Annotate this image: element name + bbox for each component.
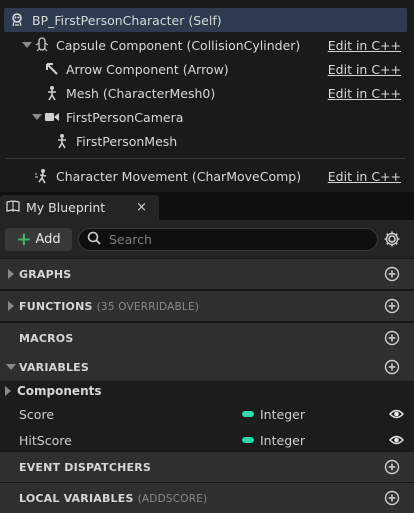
divider [6,158,406,159]
section-macros[interactable]: MACROS [0,323,414,353]
category-title: Components [17,384,102,398]
section-title: LOCAL VARIABLES (ADDSCORE) [19,492,207,505]
section-subtitle: (ADDSCORE) [137,492,208,505]
eye-icon[interactable] [389,408,404,420]
add-button-label: Add [35,232,61,247]
tree-item-first-person-mesh[interactable]: FirstPersonMesh [0,129,414,153]
section-local-variables[interactable]: LOCAL VARIABLES (ADDSCORE) [0,483,414,513]
variable-category-components[interactable]: Components [0,381,414,401]
add-event-dispatcher-icon[interactable] [384,459,400,475]
eye-icon[interactable] [389,434,404,446]
section-title-text: FUNCTIONS [19,299,93,313]
collapse-arrow-icon[interactable] [32,114,42,120]
section-title: GRAPHS [19,267,72,281]
section-functions[interactable]: FUNCTIONS (35 OVERRIDABLE) [0,291,414,321]
add-local-variable-icon[interactable] [384,490,400,506]
search-icon [87,231,101,248]
tree-root-label: BP_FirstPersonCharacter (Self) [32,12,222,28]
tree-item-arrow-component[interactable]: Arrow Component (Arrow) Edit in C++ [0,57,414,81]
section-graphs[interactable]: GRAPHS [0,259,414,289]
movement-icon [33,167,51,185]
plus-icon: + [16,228,32,250]
tree-root-item[interactable]: BP_FirstPersonCharacter (Self) [4,8,407,32]
section-title: FUNCTIONS (35 OVERRIDABLE) [19,300,199,313]
book-icon [6,200,20,215]
section-variables[interactable]: VARIABLES [0,353,414,381]
tree-item-character-movement[interactable]: Character Movement (CharMoveComp) Edit i… [0,164,414,188]
arrow-component-icon [43,60,61,78]
tree-item-mesh[interactable]: Mesh (CharacterMesh0) Edit in C++ [0,81,414,105]
edit-in-cpp-link[interactable]: Edit in C++ [328,169,401,184]
tree-item-label: Character Movement (CharMoveComp) [56,168,302,184]
pawn-icon [8,11,26,29]
tree-item-label: Arrow Component (Arrow) [66,61,229,77]
skeletal-mesh-icon [53,132,71,150]
add-button[interactable]: + Add [5,228,72,251]
add-macro-icon[interactable] [384,330,400,346]
tab-label: My Blueprint [26,200,106,215]
toolbar: + Add [0,220,414,258]
variable-name: HitScore [19,432,72,448]
tree-item-label: Capsule Component (CollisionCylinder) [56,37,301,53]
section-subtitle: (35 OVERRIDABLE) [96,300,200,313]
variable-row-hitscore[interactable]: HitScore Integer [0,427,414,453]
tree-item-label: Mesh (CharacterMesh0) [66,85,216,101]
edit-in-cpp-link[interactable]: Edit in C++ [328,86,401,101]
variable-row-score[interactable]: Score Integer [0,401,414,427]
edit-in-cpp-link[interactable]: Edit in C++ [328,62,401,77]
section-title: VARIABLES [19,360,89,374]
tree-item-capsule[interactable]: Capsule Component (CollisionCylinder) Ed… [0,33,414,57]
components-tree: BP_FirstPersonCharacter (Self) Capsule C… [0,0,414,192]
add-graph-icon[interactable] [384,266,400,282]
gear-icon[interactable] [383,230,401,248]
variable-type[interactable]: Integer [260,407,305,422]
collapse-arrow-icon[interactable] [6,364,16,370]
expand-arrow-icon[interactable] [8,301,14,311]
section-event-dispatchers[interactable]: EVENT DISPATCHERS [0,452,414,482]
variable-type[interactable]: Integer [260,433,305,448]
tree-item-label: FirstPersonCamera [66,109,184,125]
close-icon[interactable]: × [136,200,147,215]
camera-icon [43,108,61,126]
integer-type-pill [242,437,254,443]
section-title: EVENT DISPATCHERS [19,460,152,474]
tab-my-blueprint[interactable]: My Blueprint × [0,195,159,220]
add-variable-icon[interactable] [384,359,400,375]
section-title: MACROS [19,331,74,345]
capsule-icon [33,36,51,54]
add-function-icon[interactable] [384,298,400,314]
collapse-arrow-icon[interactable] [22,42,32,48]
expand-arrow-icon[interactable] [5,386,11,396]
search-input[interactable] [109,232,359,247]
edit-in-cpp-link[interactable]: Edit in C++ [328,38,401,53]
integer-type-pill [242,411,254,417]
expand-arrow-icon[interactable] [8,269,14,279]
tree-item-camera[interactable]: FirstPersonCamera [0,105,414,129]
tree-item-label: FirstPersonMesh [76,133,178,149]
tab-bar: My Blueprint × [0,192,414,220]
section-title-text: LOCAL VARIABLES [19,491,134,505]
skeletal-mesh-icon [43,84,61,102]
search-box[interactable] [78,228,378,251]
variable-name: Score [19,406,55,422]
